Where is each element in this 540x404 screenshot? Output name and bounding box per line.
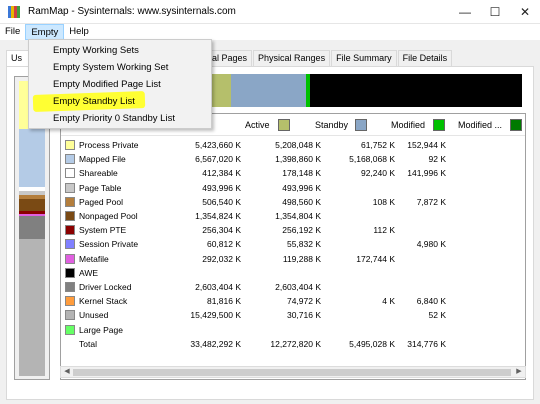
scroll-thumb[interactable] xyxy=(73,369,511,376)
column-header-modified-no-write[interactable]: Modified ... xyxy=(458,120,502,130)
row-name: Unused xyxy=(79,310,109,321)
table-row[interactable]: Page Table 493,996 K 493,996 K xyxy=(61,182,525,194)
row-color-chip xyxy=(65,168,75,179)
usage-strip-segment xyxy=(19,239,45,376)
row-color-chip xyxy=(65,296,75,307)
maximize-button[interactable]: ☐ xyxy=(480,0,510,24)
menu-empty-standby-list[interactable]: Empty Standby List xyxy=(29,93,211,110)
tab-file-summary[interactable]: File Summary xyxy=(331,50,397,66)
title-bar: RamMap - Sysinternals: www.sysinternals.… xyxy=(0,0,540,24)
empty-menu-dropdown: Empty Working Sets Empty System Working … xyxy=(28,39,212,129)
active-color-swatch xyxy=(278,119,290,131)
table-row[interactable]: Process Private 5,423,660 K 5,208,048 K 61,… xyxy=(61,139,525,151)
row-modified: 7,872 K xyxy=(416,196,446,207)
row-standby: 172,744 K xyxy=(356,253,395,264)
use-counts-list: Active Standby Modified Modified ... Pro… xyxy=(60,113,526,380)
row-color-chip xyxy=(65,253,75,264)
close-button[interactable]: ✕ xyxy=(510,0,540,24)
row-color-chip xyxy=(65,140,75,150)
row-name: Metafile xyxy=(79,253,109,264)
row-color-chip xyxy=(65,267,75,278)
row-modified: 152,944 K xyxy=(407,140,446,150)
row-modified: 6,840 K xyxy=(416,296,446,307)
row-modified: 52 K xyxy=(428,310,447,321)
overview-segment xyxy=(310,74,522,107)
row-modified: 314,776 K xyxy=(407,338,446,349)
row-name: Kernel Stack xyxy=(79,296,128,307)
row-name: Nonpaged Pool xyxy=(79,211,138,221)
table-row[interactable]: Session Private 60,812 K 55,832 K 4,980 K xyxy=(61,238,525,250)
tab-physical-pages[interactable]: al Pages xyxy=(207,50,253,66)
menu-empty-system-working-set[interactable]: Empty System Working Set xyxy=(29,59,211,76)
column-header-active[interactable]: Active xyxy=(245,120,270,130)
horizontal-scrollbar[interactable]: ◀ ▶ xyxy=(60,366,526,378)
row-name: Driver Locked xyxy=(79,282,132,292)
row-name: Shareable xyxy=(79,168,118,179)
row-color-chip xyxy=(65,182,75,193)
row-name: System PTE xyxy=(79,225,127,236)
menu-file[interactable]: File xyxy=(0,24,25,40)
table-row[interactable]: Unused 15,429,500 K 30,716 K 52 K xyxy=(61,309,525,321)
row-active: 1,354,804 K xyxy=(275,211,321,221)
row-name: Process Private xyxy=(79,140,139,150)
scroll-right-arrow-icon[interactable]: ▶ xyxy=(514,367,524,377)
tab-use-counts[interactable]: Us xyxy=(6,50,30,66)
rammap-app-icon xyxy=(8,6,20,18)
table-row[interactable]: Metafile 292,032 K 119,288 K 172,744 K xyxy=(61,253,525,265)
usage-strip-segment xyxy=(19,199,45,212)
column-header-modified[interactable]: Modified xyxy=(391,120,425,130)
tab-file-details[interactable]: File Details xyxy=(397,50,453,66)
row-color-chip xyxy=(65,211,75,221)
table-row[interactable]: Mapped File 6,567,020 K 1,398,860 K 5,168,0… xyxy=(61,153,525,165)
modified-color-swatch xyxy=(433,119,445,131)
table-row[interactable]: System PTE 256,304 K 256,192 K 112 K xyxy=(61,224,525,236)
row-modified: 141,996 K xyxy=(407,168,446,179)
row-standby: 112 K xyxy=(373,225,395,236)
row-active: 30,716 K xyxy=(286,310,321,321)
table-row[interactable]: Shareable 412,384 K 178,148 K 92,240 K 141,9… xyxy=(61,167,525,179)
row-modified: 92 K xyxy=(428,154,447,165)
menu-empty[interactable]: Empty xyxy=(25,24,65,40)
window-title: RamMap - Sysinternals: www.sysinternals.… xyxy=(28,6,236,17)
column-header-standby[interactable]: Standby xyxy=(315,120,348,130)
table-row[interactable]: Total 33,482,292 K 12,272,820 K 5,495,028 K… xyxy=(61,338,525,350)
row-name: Mapped File xyxy=(79,154,126,165)
usage-strip-segment xyxy=(19,128,45,187)
row-modified: 4,980 K xyxy=(416,239,446,250)
row-active: 2,603,404 K xyxy=(275,282,321,292)
tab-physical-ranges[interactable]: Physical Ranges xyxy=(253,50,331,66)
table-row[interactable]: Paged Pool 506,540 K 498,560 K 108 K 7,872 K xyxy=(61,196,525,208)
row-color-chip xyxy=(65,154,75,165)
row-name: Session Private xyxy=(79,239,139,250)
menu-empty-priority-0-standby-list[interactable]: Empty Priority 0 Standby List xyxy=(29,110,211,127)
row-active: 55,832 K xyxy=(286,239,321,250)
row-color-chip xyxy=(65,239,75,250)
row-name: Paged Pool xyxy=(79,196,123,207)
row-color-chip xyxy=(65,310,75,321)
overview-segment xyxy=(230,74,307,107)
table-row[interactable]: AWE xyxy=(61,267,525,279)
table-row[interactable]: Nonpaged Pool 1,354,824 K 1,354,804 K xyxy=(61,210,525,222)
table-row[interactable]: Driver Locked 2,603,404 K 2,603,404 K xyxy=(61,281,525,293)
row-color-chip xyxy=(65,324,75,335)
row-color-chip xyxy=(65,225,75,236)
row-name: AWE xyxy=(79,267,99,278)
menu-help[interactable]: Help xyxy=(64,24,94,40)
row-name: Page Table xyxy=(79,182,122,193)
menu-bar: File Empty Help xyxy=(0,24,540,40)
row-color-chip xyxy=(65,196,75,207)
modified-no-write-color-swatch xyxy=(510,119,522,131)
menu-empty-working-sets[interactable]: Empty Working Sets xyxy=(29,42,211,59)
table-row[interactable]: Kernel Stack 81,816 K 74,972 K4 K 6,840 K xyxy=(61,295,525,307)
row-name: Total xyxy=(79,338,97,349)
menu-empty-modified-page-list[interactable]: Empty Modified Page List xyxy=(29,76,211,93)
standby-color-swatch xyxy=(355,119,367,131)
usage-strip-segment xyxy=(19,216,45,240)
row-active: 493,996 K xyxy=(282,182,321,193)
minimize-button[interactable]: — xyxy=(450,0,480,24)
table-row[interactable]: Large Page xyxy=(61,324,525,336)
row-color-chip xyxy=(65,282,75,292)
scroll-left-arrow-icon[interactable]: ◀ xyxy=(62,367,72,377)
row-name: Large Page xyxy=(79,324,123,335)
